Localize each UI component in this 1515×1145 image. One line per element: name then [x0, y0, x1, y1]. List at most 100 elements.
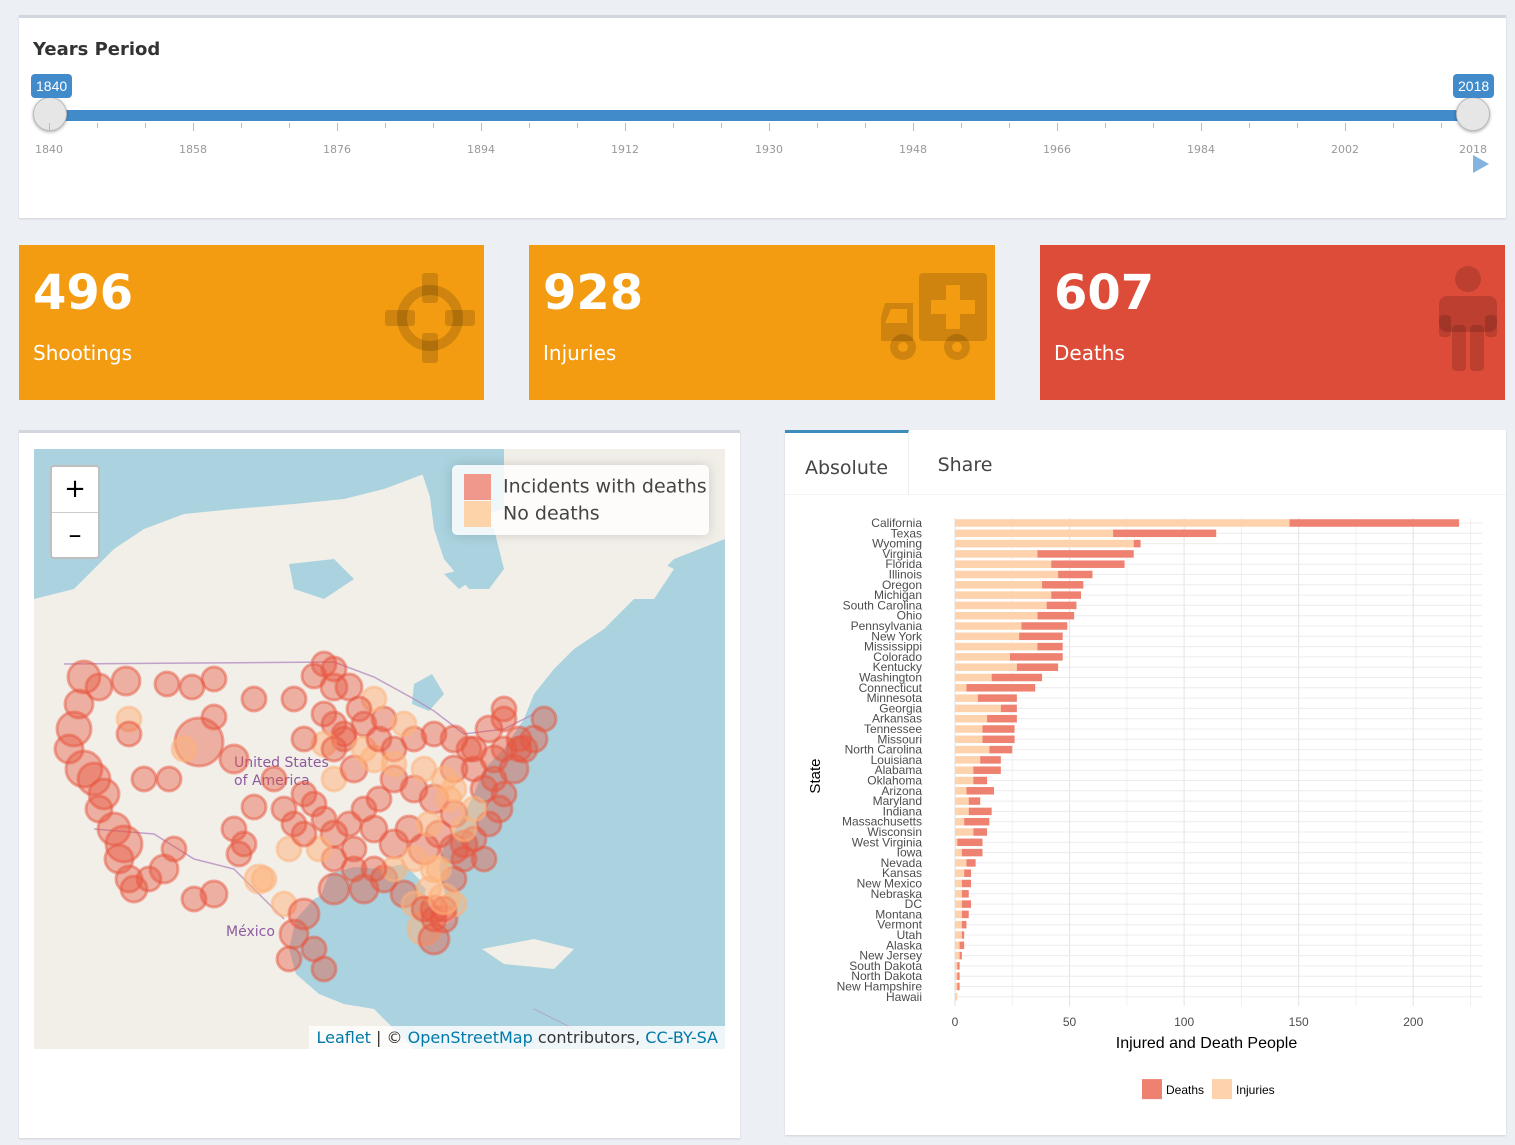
- bar-deaths: [1021, 622, 1068, 630]
- incident-marker-with-deaths[interactable]: [275, 945, 303, 973]
- slider-tick-label: 1984: [1187, 143, 1215, 156]
- bar-injuries: [955, 900, 962, 908]
- slider-handle-min[interactable]: [33, 97, 67, 131]
- zoom-out-button[interactable]: –: [52, 513, 98, 558]
- bar-injuries: [955, 931, 962, 939]
- bar-injuries: [955, 890, 962, 898]
- bar-injuries: [955, 611, 1038, 620]
- state-label: Hawaii: [886, 990, 922, 1004]
- bar-deaths: [973, 766, 1001, 774]
- incident-marker-with-deaths[interactable]: [240, 793, 268, 821]
- incident-marker-with-deaths[interactable]: [360, 855, 388, 883]
- incident-marker-with-deaths[interactable]: [505, 735, 533, 763]
- incident-marker-with-deaths[interactable]: [270, 795, 298, 823]
- incident-marker-with-deaths[interactable]: [200, 665, 228, 693]
- license-link[interactable]: CC-BY-SA: [645, 1028, 718, 1047]
- incident-marker-with-deaths[interactable]: [135, 865, 163, 893]
- incident-marker-with-deaths[interactable]: [218, 743, 250, 775]
- bar-deaths: [1037, 550, 1134, 558]
- bar-deaths: [1019, 632, 1063, 641]
- shootings-count: 496: [33, 265, 134, 321]
- years-period-title: Years Period: [33, 39, 161, 60]
- zoom-in-button[interactable]: +: [52, 467, 98, 513]
- map-legend: Incidents with deaths No deaths: [452, 465, 709, 535]
- slider-min-label: 1840: [31, 74, 73, 98]
- incident-marker-no-deaths[interactable]: [415, 810, 443, 838]
- bar-injuries: [955, 632, 1020, 641]
- play-icon[interactable]: [1473, 155, 1489, 173]
- incident-marker-with-deaths[interactable]: [530, 705, 558, 733]
- incident-marker-with-deaths[interactable]: [490, 695, 518, 723]
- bar-injuries: [955, 756, 981, 764]
- bar-deaths: [957, 972, 960, 980]
- bar-injuries: [955, 951, 960, 960]
- incident-marker-with-deaths[interactable]: [320, 655, 348, 683]
- incident-marker-with-deaths[interactable]: [130, 765, 158, 793]
- incident-marker-with-deaths[interactable]: [225, 840, 253, 868]
- incident-marker-no-deaths[interactable]: [427, 882, 461, 916]
- incident-marker-no-deaths[interactable]: [435, 785, 463, 813]
- incident-marker-with-deaths[interactable]: [240, 685, 268, 713]
- osm-link[interactable]: OpenStreetMap: [408, 1028, 533, 1047]
- bar-injuries: [955, 684, 967, 692]
- incident-marker-with-deaths[interactable]: [290, 725, 318, 753]
- incident-marker-with-deaths[interactable]: [310, 955, 338, 983]
- incident-marker-with-deaths[interactable]: [200, 703, 228, 731]
- incident-marker-with-deaths[interactable]: [155, 765, 183, 793]
- bar-deaths: [973, 776, 988, 785]
- slider-tick-label: 1912: [611, 143, 639, 156]
- bar-injuries: [955, 704, 1001, 713]
- years-slider-track[interactable]: [49, 110, 1473, 121]
- incident-marker-with-deaths[interactable]: [199, 879, 229, 909]
- incident-marker-no-deaths[interactable]: [250, 865, 278, 893]
- slider-tick-label: 1894: [467, 143, 495, 156]
- bar-injuries: [955, 807, 969, 816]
- injuries-value-box: 928 Injuries: [529, 245, 995, 400]
- mexico-label: México: [226, 924, 275, 940]
- slider-tick: [625, 123, 626, 131]
- bar-injuries: [955, 745, 990, 754]
- incident-marker-with-deaths[interactable]: [260, 765, 288, 793]
- bar-injuries: [955, 848, 962, 857]
- zoom-control: + –: [50, 465, 100, 559]
- slider-tick: [865, 123, 866, 128]
- legend-label: Incidents with deaths: [503, 475, 707, 498]
- bar-injuries: [955, 591, 1052, 599]
- bar-deaths: [966, 684, 1036, 692]
- slider-tick: [577, 123, 578, 128]
- incident-marker-no-deaths[interactable]: [380, 750, 408, 778]
- slider-tick: [289, 123, 290, 128]
- y-axis-label: State: [807, 759, 824, 794]
- incident-marker-with-deaths[interactable]: [320, 735, 348, 763]
- incident-marker-with-deaths[interactable]: [153, 670, 181, 698]
- legend-label: No deaths: [503, 502, 600, 525]
- incident-marker-no-deaths[interactable]: [170, 735, 198, 763]
- bar-deaths: [1016, 663, 1059, 671]
- incident-marker-no-deaths[interactable]: [390, 710, 418, 738]
- incident-map[interactable]: United States of America México + – Inci…: [34, 449, 725, 1049]
- slider-handle-max[interactable]: [1456, 97, 1490, 131]
- incident-marker-no-deaths[interactable]: [450, 815, 478, 843]
- incident-marker-with-deaths[interactable]: [287, 897, 321, 931]
- bar-deaths: [961, 931, 965, 939]
- incident-marker-with-deaths[interactable]: [110, 665, 142, 697]
- map-tiles[interactable]: United States of America México: [34, 449, 725, 1049]
- bar-injuries: [955, 920, 962, 929]
- tab-share[interactable]: Share: [909, 430, 1021, 494]
- bar-deaths: [980, 756, 1001, 764]
- legend-label-injuries: Injuries: [1236, 1083, 1275, 1097]
- tab-absolute[interactable]: Absolute: [785, 430, 909, 495]
- incident-marker-with-deaths[interactable]: [178, 673, 206, 701]
- bar-deaths: [1037, 611, 1075, 620]
- incident-marker-with-deaths[interactable]: [365, 725, 393, 753]
- slider-tick: [337, 123, 338, 131]
- legend-swatch: [464, 501, 491, 527]
- legend-item-deaths: Incidents with deaths: [464, 474, 707, 500]
- leaflet-link[interactable]: Leaflet: [316, 1028, 370, 1047]
- slider-tick: [1201, 123, 1202, 131]
- bar-injuries: [955, 735, 983, 744]
- bar-deaths: [982, 735, 1015, 744]
- incident-marker-with-deaths[interactable]: [345, 695, 373, 723]
- incident-marker-with-deaths[interactable]: [115, 720, 143, 748]
- incident-marker-with-deaths[interactable]: [280, 685, 308, 713]
